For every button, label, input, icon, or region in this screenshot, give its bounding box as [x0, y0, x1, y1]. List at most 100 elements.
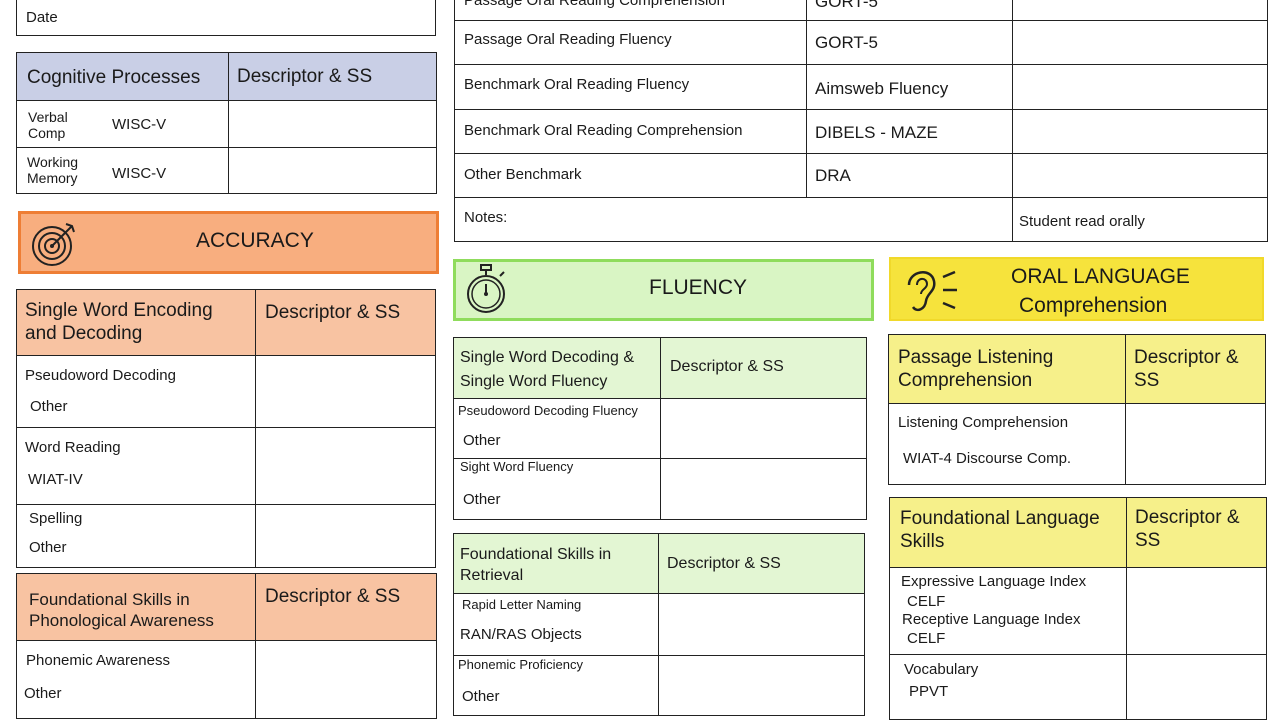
encoding-value-word-reading[interactable] — [255, 427, 436, 505]
encoding-descriptor-cell: Descriptor & SS — [255, 289, 436, 356]
phonological-value-phonemic[interactable] — [255, 640, 437, 719]
stopwatch-icon — [464, 263, 510, 317]
fluency-banner: FLUENCY — [453, 259, 874, 321]
foundational-header-cell: Foundational Language Skills — [889, 497, 1127, 568]
ear-icon — [901, 263, 963, 317]
reading-row-label: Benchmark Oral Reading Fluency — [464, 76, 690, 93]
single-word-value-sight[interactable] — [660, 458, 867, 520]
reading-row-test: DRA — [815, 166, 851, 185]
single-word-row-label: Pseudoword Decoding Fluency — [458, 403, 638, 418]
phonological-row-label: Phonemic Awareness — [26, 652, 170, 669]
listening-value[interactable] — [1125, 403, 1266, 485]
notes-value-cell[interactable]: Student read orally — [1012, 197, 1268, 242]
foundational-row-sub: CELF — [907, 630, 946, 647]
reading-row-value[interactable] — [1012, 64, 1268, 110]
retrieval-value-rapid-letter[interactable] — [658, 593, 865, 656]
phonological-row-phonemic: Phonemic Awareness Other — [16, 640, 256, 719]
cognitive-value-working-memory[interactable] — [228, 147, 437, 194]
phonological-descriptor: Descriptor & SS — [265, 586, 401, 607]
foundational-row-language-index: Expressive Language Index CELF Receptive… — [889, 567, 1127, 655]
retrieval-value-phonemic[interactable] — [658, 655, 865, 716]
reading-row-label-cell: Passage Oral Reading Fluency — [454, 20, 807, 65]
notes-cell[interactable]: Notes: — [454, 197, 1013, 242]
encoding-value-spelling[interactable] — [255, 504, 436, 568]
single-word-descriptor: Descriptor & SS — [670, 358, 784, 375]
reading-row-label: Other Benchmark — [464, 166, 582, 183]
date-label: Date — [26, 9, 58, 26]
single-word-value-pseudoword[interactable] — [660, 398, 867, 459]
cognitive-row-label: Verbal Comp — [28, 109, 68, 141]
listening-descriptor-cell: Descriptor & SS — [1125, 334, 1266, 404]
listening-header-cell: Passage Listening Comprehension — [888, 334, 1126, 404]
retrieval-row-sub: RAN/RAS Objects — [460, 626, 582, 643]
date-box: Date — [16, 0, 436, 36]
reading-row-value[interactable] — [1012, 0, 1268, 21]
fluency-title: FLUENCY — [649, 276, 748, 299]
single-word-row-pseudoword: Pseudoword Decoding Fluency Other — [453, 398, 661, 459]
reading-measures-table: Passage Oral Reading Comprehension GORT-… — [454, 0, 1268, 242]
encoding-decoding-table: Single Word Encoding and Decoding Descri… — [16, 289, 436, 568]
cognitive-value-verbal[interactable] — [228, 100, 437, 148]
single-word-fluency-table: Single Word Decoding & Single Word Fluen… — [453, 337, 867, 520]
reading-row-value[interactable] — [1012, 109, 1268, 154]
reading-row-test-cell: GORT-5 — [806, 20, 1013, 65]
encoding-row-spelling: Spelling Other — [16, 504, 256, 568]
listening-title: Passage Listening Comprehension — [898, 347, 1054, 391]
single-word-title: Single Word Decoding & Single Word Fluen… — [460, 349, 635, 390]
reading-row-test-cell: GORT-5 — [806, 0, 1013, 21]
retrieval-title: Foundational Skills in Retrieval — [460, 546, 612, 584]
encoding-row-pseudoword: Pseudoword Decoding Other — [16, 355, 256, 428]
cognitive-header-cell: Cognitive Processes — [16, 52, 229, 101]
encoding-row-sub: Other — [29, 539, 67, 556]
cognitive-row-test: WISC-V — [112, 165, 167, 182]
reading-row-test: GORT-5 — [815, 0, 878, 11]
reading-row-label-cell: Passage Oral Reading Comprehension — [454, 0, 807, 21]
reading-row-test-cell: DRA — [806, 153, 1013, 198]
reading-row-value[interactable] — [1012, 20, 1268, 65]
foundational-row-label: Receptive Language Index — [902, 611, 1081, 628]
foundational-title: Foundational Language Skills — [900, 508, 1100, 552]
foundational-language-table: Foundational Language Skills Descriptor … — [889, 497, 1267, 720]
passage-listening-table: Passage Listening Comprehension Descript… — [888, 334, 1266, 485]
reading-row-test-cell: DIBELS - MAZE — [806, 109, 1013, 154]
reading-row-value[interactable] — [1012, 153, 1268, 198]
single-word-row-sub: Other — [463, 491, 501, 508]
foundational-value-vocabulary[interactable] — [1126, 654, 1267, 720]
oral-language-banner: ORAL LANGUAGE Comprehension — [889, 257, 1264, 321]
oral-title-line2: Comprehension — [1019, 294, 1168, 317]
retrieval-row-phonemic: Phonemic Proficiency Other — [453, 655, 659, 716]
notes-label: Notes: — [464, 209, 508, 226]
phonological-header-cell: Foundational Skills in Phonological Awar… — [16, 573, 256, 641]
foundational-value-language-index[interactable] — [1126, 567, 1267, 655]
foundational-descriptor: Descriptor & SS — [1135, 507, 1240, 551]
single-word-row-sub: Other — [463, 432, 501, 449]
encoding-value-pseudoword[interactable] — [255, 355, 436, 428]
encoding-row-label: Spelling — [29, 510, 83, 527]
single-word-descriptor-cell: Descriptor & SS — [660, 337, 867, 399]
encoding-header-cell: Single Word Encoding and Decoding — [16, 289, 256, 356]
retrieval-table: Foundational Skills in Retrieval Descrip… — [453, 533, 865, 716]
retrieval-row-rapid-letter: Rapid Letter Naming RAN/RAS Objects — [453, 593, 659, 656]
phonological-row-sub: Other — [24, 685, 62, 702]
reading-row-label-cell: Other Benchmark — [454, 153, 807, 198]
cognitive-title: Cognitive Processes — [27, 67, 201, 88]
reading-row-test-cell: Aimsweb Fluency — [806, 64, 1013, 110]
listening-descriptor: Descriptor & SS — [1134, 347, 1239, 391]
single-word-row-label: Sight Word Fluency — [460, 459, 574, 474]
single-word-header-cell: Single Word Decoding & Single Word Fluen… — [453, 337, 661, 399]
cognitive-row-label: Working Memory — [27, 154, 79, 186]
cognitive-descriptor: Descriptor & SS — [237, 66, 373, 87]
listening-row-label: Listening Comprehension — [898, 414, 1069, 431]
reading-row-label: Passage Oral Reading Comprehension — [464, 0, 725, 9]
oral-title-line1: ORAL LANGUAGE — [1011, 265, 1190, 288]
cognitive-row-working-memory: Working Memory WISC-V — [16, 147, 229, 194]
cognitive-row-verbal: Verbal Comp WISC-V — [16, 100, 229, 148]
reading-row-test: DIBELS - MAZE — [815, 123, 938, 142]
reading-row-label-cell: Benchmark Oral Reading Comprehension — [454, 109, 807, 154]
retrieval-row-label: Rapid Letter Naming — [462, 597, 582, 612]
foundational-row-label: Vocabulary — [904, 661, 979, 678]
encoding-row-label: Pseudoword Decoding — [25, 367, 176, 384]
retrieval-header-cell: Foundational Skills in Retrieval — [453, 533, 659, 594]
retrieval-row-label: Phonemic Proficiency — [458, 657, 583, 672]
encoding-row-sub: Other — [30, 398, 68, 415]
